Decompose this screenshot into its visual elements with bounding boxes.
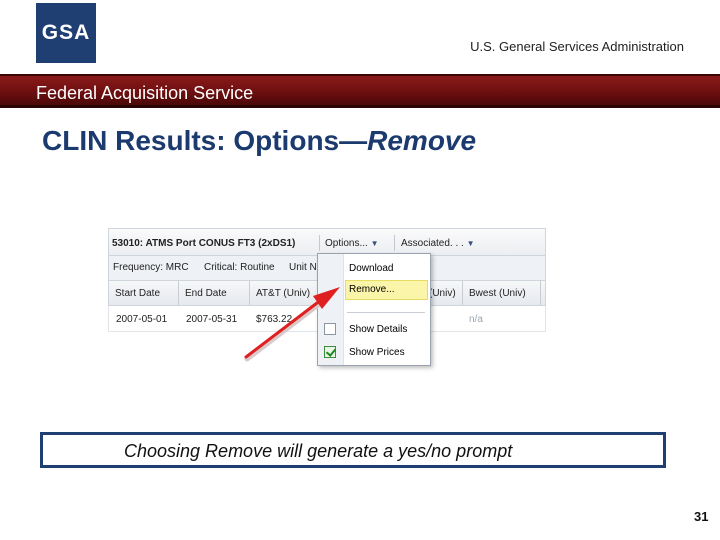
end-date-cell: 2007-05-31: [186, 314, 238, 325]
options-dropdown-menu: Download Remove... Show Details Show Pri…: [317, 253, 431, 366]
caption-box: Choosing Remove will generate a yes/no p…: [40, 432, 666, 468]
column-header[interactable]: Start Date: [109, 281, 179, 305]
critical-label: Critical: Routine: [204, 262, 275, 273]
column-header-label: (Univ): [429, 288, 456, 299]
menu-item-label: Remove...: [349, 284, 395, 295]
bwest-cell: n/a: [469, 314, 483, 325]
banner-title: Federal Acquisition Service: [36, 83, 254, 103]
menu-item-label: Show Details: [349, 324, 408, 335]
column-header[interactable]: End Date: [179, 281, 250, 305]
menu-item-label: Show Prices: [349, 347, 405, 358]
gsa-logo: GSA: [36, 3, 96, 63]
chevron-down-icon: ▼: [370, 239, 379, 248]
start-date-cell: 2007-05-01: [116, 314, 168, 325]
gsa-logo-text: GSA: [41, 21, 91, 44]
associated-button-label: Associated. . .: [401, 238, 464, 249]
column-header-label: End Date: [185, 288, 227, 299]
clin-title: 53010: ATMS Port CONUS FT3 (2xDS1): [112, 238, 296, 249]
menu-item-show-prices[interactable]: Show Prices: [318, 343, 430, 363]
menu-separator: [347, 312, 425, 313]
screenshot-toolbar: 53010: ATMS Port CONUS FT3 (2xDS1) Optio…: [108, 228, 546, 256]
column-header-label: AT&T (Univ): [256, 288, 311, 299]
frequency-label: Frequency: MRC: [113, 262, 189, 273]
checkbox-unchecked-icon[interactable]: [324, 323, 336, 335]
column-header-label: Bwest (Univ): [469, 288, 526, 299]
associated-button[interactable]: Associated. . . ▼: [401, 238, 475, 249]
options-button-label: Options...: [325, 238, 368, 249]
options-button[interactable]: Options... ▼: [325, 238, 379, 249]
banner: Federal Acquisition Service: [0, 74, 720, 108]
caption-text: Choosing Remove will generate a yes/no p…: [124, 441, 513, 461]
menu-item-download[interactable]: Download: [318, 259, 430, 279]
page-number: 31: [694, 509, 709, 524]
att-price-cell: $763.22: [256, 314, 293, 325]
slide-title: CLIN Results: Options—Remove: [42, 125, 476, 157]
menu-item-remove[interactable]: Remove...: [345, 280, 428, 300]
column-header[interactable]: AT&T (Univ): [250, 281, 320, 305]
chevron-down-icon: ▼: [466, 239, 475, 248]
menu-item-label: Download: [349, 263, 394, 274]
slide-title-emphasis: Remove: [367, 125, 477, 156]
toolbar-separator: [394, 235, 395, 251]
column-header[interactable]: Bwest (Univ): [463, 281, 541, 305]
checkbox-checked-icon[interactable]: [324, 346, 336, 358]
toolbar-separator: [319, 235, 320, 251]
column-header-label: Start Date: [115, 288, 161, 299]
menu-item-show-details[interactable]: Show Details: [318, 320, 430, 340]
slide-title-prefix: CLIN Results: Options—: [42, 125, 368, 156]
agency-name: U.S. General Services Administration: [470, 39, 684, 54]
